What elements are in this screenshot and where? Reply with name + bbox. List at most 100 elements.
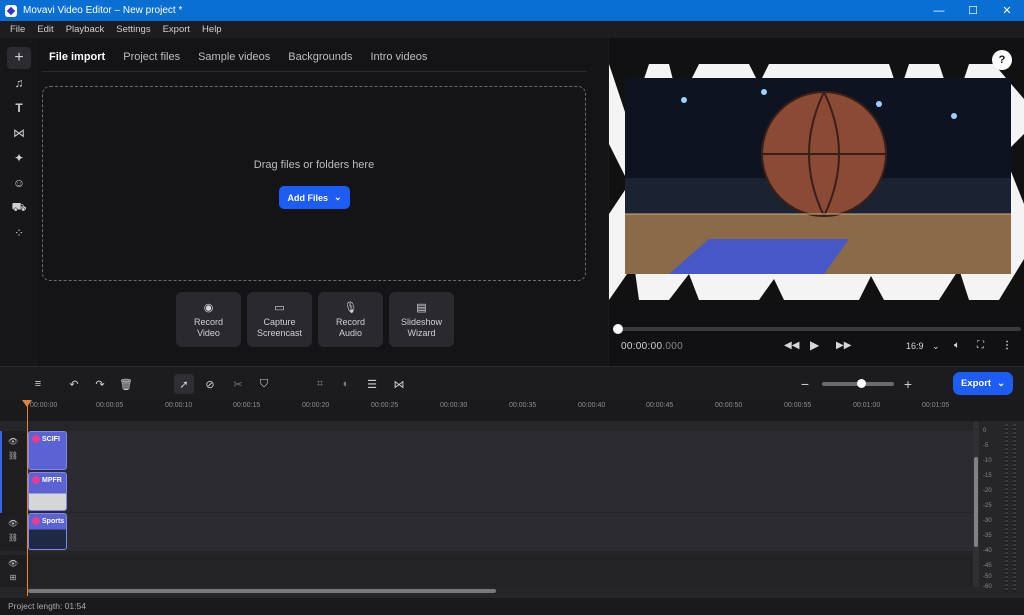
plus-icon[interactable]: + [7, 47, 31, 69]
link-icon[interactable]: ⛓︎ [0, 531, 26, 545]
meter-label: -10 [983, 458, 992, 464]
delete-icon[interactable]: 🗑︎ [116, 374, 136, 394]
select-tool-icon[interactable]: ➚ [174, 374, 194, 394]
meter-bar-right [1013, 424, 1016, 592]
sticker-icon[interactable]: ☺ [7, 172, 31, 194]
menu-file[interactable]: File [4, 24, 31, 35]
eye-icon[interactable]: 👁︎ [0, 435, 26, 449]
eye-icon[interactable]: 👁︎ [0, 557, 26, 571]
clip-sports[interactable]: Sports [28, 513, 67, 550]
lock-icon[interactable]: ⊞ [0, 571, 26, 585]
playback-scrubber[interactable] [613, 324, 1021, 334]
redo-icon[interactable]: ↷ [90, 374, 110, 394]
meter-label: -45 [983, 563, 992, 569]
skip-back-icon[interactable]: ◀◀ [784, 340, 799, 351]
ruler-tick: 00:00:15 [233, 402, 261, 409]
clip-label: SCIFI [42, 435, 60, 443]
stabilize-icon[interactable]: ⛉ [254, 374, 274, 394]
ruler-tick: 00:01:00 [853, 402, 881, 409]
magnet-icon[interactable]: ⊘ [200, 374, 220, 394]
clip-label: Sports [42, 517, 65, 525]
menu-export[interactable]: Export [157, 24, 196, 35]
zoom-in-icon[interactable]: + [898, 374, 918, 394]
fullscreen-icon[interactable]: ⛶ [977, 340, 984, 351]
store-icon[interactable]: ⛟ [7, 197, 31, 219]
timeline-vertical-scrollbar[interactable] [973, 422, 979, 587]
capture-screencast-label: Capture Screencast [256, 316, 303, 338]
clip-title: MPFR [32, 476, 66, 484]
meter-bar-left [1005, 424, 1008, 592]
slideshow-wizard-button[interactable]: ▤ Slideshow Wizard [389, 292, 454, 347]
undo-icon[interactable]: ↶ [64, 374, 84, 394]
clip-title: SCIFI [32, 435, 66, 443]
export-button[interactable]: Export ⌄ [953, 372, 1013, 395]
timeline-horizontal-scrollbar[interactable] [28, 589, 973, 594]
crop-icon[interactable]: ⌗ [310, 374, 330, 394]
track-row[interactable]: MPFR [27, 471, 973, 512]
scrollbar-thumb[interactable] [974, 457, 978, 547]
tab-backgrounds[interactable]: Backgrounds [285, 48, 355, 67]
clip-mpfr[interactable]: MPFR [28, 472, 67, 511]
meter-label: -50 [983, 574, 992, 580]
clip-label: MPFR [42, 476, 62, 484]
menu-playback[interactable]: Playback [60, 24, 111, 35]
maximize-button[interactable]: ☐ [956, 0, 990, 21]
drop-zone[interactable]: Drag files or folders here Add Files ⌄ [42, 86, 586, 281]
meter-label: -15 [983, 473, 992, 479]
record-audio-button[interactable]: 🎙︎ Record Audio [318, 292, 383, 347]
zoom-slider[interactable] [822, 379, 894, 388]
scrubber-handle[interactable] [613, 324, 623, 334]
track-row[interactable] [27, 555, 973, 587]
more-tools-icon[interactable]: ⁘ [7, 222, 31, 244]
close-button[interactable]: ✕ [990, 0, 1024, 21]
tab-sample-videos[interactable]: Sample videos [195, 48, 273, 67]
ruler-tick: 00:00:45 [646, 402, 674, 409]
play-icon[interactable]: ▶ [810, 338, 819, 352]
export-label: Export [960, 378, 992, 389]
playhead[interactable] [27, 400, 28, 596]
transition-icon[interactable]: ⋈ [7, 122, 31, 144]
more-options-icon[interactable]: ⋮ [1002, 340, 1012, 351]
menu-edit[interactable]: Edit [31, 24, 59, 35]
timecode-ms: .000 [662, 341, 683, 352]
track-row[interactable]: SCIFI [27, 431, 973, 471]
volume-icon[interactable]: 🔈︎ [954, 340, 960, 351]
timeline-area[interactable]: 👁︎ ⛓︎ SCIFI MPFR 👁︎ ⛓︎ Sports 👁︎ ⊞ [0, 421, 1024, 598]
add-files-button[interactable]: Add Files ⌄ [279, 186, 350, 209]
video-preview[interactable] [609, 64, 1024, 300]
menu-help[interactable]: Help [196, 24, 228, 35]
preview-frame-image [609, 64, 1024, 300]
track-controls: 👁︎ ⛓︎ [0, 513, 26, 551]
clip-properties-icon[interactable]: ☰ [362, 374, 382, 394]
tab-intro-videos[interactable]: Intro videos [367, 48, 430, 67]
zoom-out-icon[interactable]: − [795, 374, 815, 394]
tab-file-import[interactable]: File import [46, 48, 108, 67]
scrollbar-thumb[interactable] [28, 589, 496, 593]
capture-screencast-button[interactable]: ▭ Capture Screencast [247, 292, 312, 347]
minimize-button[interactable]: — [922, 0, 956, 21]
timecode-main: 00:00:00 [621, 341, 663, 352]
track-row[interactable]: Sports [27, 513, 973, 551]
link-icon[interactable]: ⛓︎ [0, 449, 26, 463]
clip-scifi[interactable]: SCIFI [28, 431, 67, 470]
eye-icon[interactable]: 👁︎ [0, 517, 26, 531]
magic-wand-icon[interactable]: ✦ [7, 147, 31, 169]
help-button[interactable]: ? [992, 50, 1012, 70]
tab-project-files[interactable]: Project files [120, 48, 183, 67]
effect-badge-icon [32, 517, 40, 525]
text-icon[interactable]: T [7, 97, 31, 119]
split-icon[interactable]: ✂ [228, 374, 248, 394]
menu-settings[interactable]: Settings [110, 24, 156, 35]
microphone-icon: 🎙︎ [343, 301, 358, 314]
timeline-ruler[interactable]: 00:00:00 00:00:05 00:00:10 00:00:15 00:0… [0, 399, 1024, 421]
ruler-tick: 00:00:50 [715, 402, 743, 409]
skip-forward-icon[interactable]: ▶▶ [836, 340, 851, 351]
transition-wizard-icon[interactable]: ⋈ [389, 374, 409, 394]
ruler-tick: 00:00:40 [578, 402, 606, 409]
music-icon[interactable]: ♫ [7, 72, 31, 94]
zoom-slider-handle[interactable] [856, 379, 866, 388]
color-adjust-icon[interactable]: ◐ [336, 374, 356, 394]
add-track-icon[interactable]: ≡ [28, 374, 48, 394]
record-video-button[interactable]: ◉ Record Video [176, 292, 241, 347]
aspect-ratio-select[interactable]: 16:9 ⌄ [906, 341, 940, 352]
